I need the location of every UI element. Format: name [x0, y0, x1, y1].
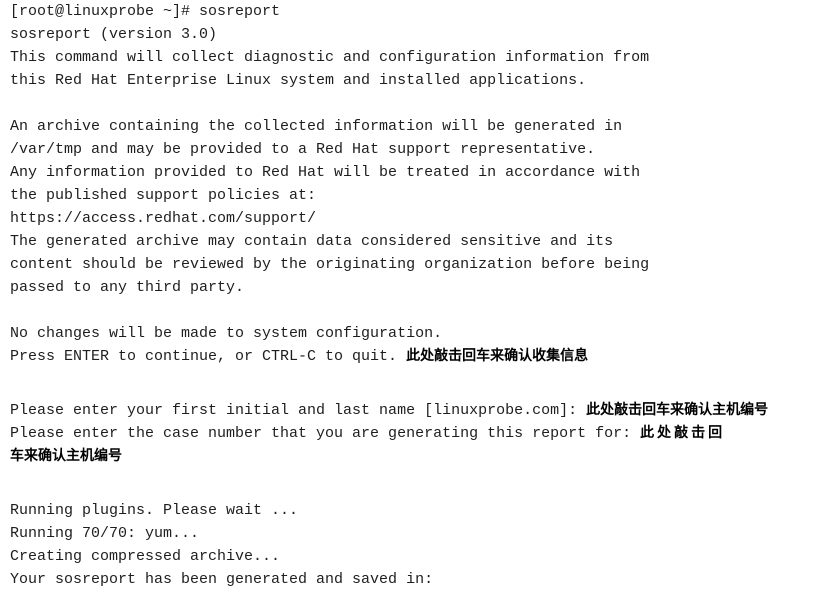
- name-prompt-line: Please enter your first initial and last…: [10, 399, 810, 422]
- annotation-note: 此处敲击回车来确认收集信息: [406, 348, 589, 364]
- terminal-line: [root@linuxprobe ~]# sosreport: [10, 3, 281, 20]
- terminal-text: Press ENTER to continue, or CTRL-C to qu…: [10, 348, 407, 365]
- terminal-line: /var/tmp and may be provided to a Red Ha…: [10, 141, 596, 158]
- terminal-line: Any information provided to Red Hat will…: [10, 164, 641, 181]
- terminal-line: The generated archive may contain data c…: [10, 233, 614, 250]
- terminal-line: the published support policies at:: [10, 187, 317, 204]
- case-prompt-line: Please enter the case number that you ar…: [10, 422, 810, 445]
- annotation-note: 车来确认主机编号: [10, 448, 122, 464]
- terminal-text: Please enter your first initial and last…: [10, 402, 587, 419]
- terminal-line: Running plugins. Please wait ...: [10, 502, 299, 519]
- terminal-line: Creating compressed archive...: [10, 548, 281, 565]
- terminal-line: this Red Hat Enterprise Linux system and…: [10, 72, 587, 89]
- terminal-line: content should be reviewed by the origin…: [10, 256, 650, 273]
- terminal-line: This command will collect diagnostic and…: [10, 49, 650, 66]
- terminal-output: [root@linuxprobe ~]# sosreport sosreport…: [10, 0, 810, 591]
- terminal-line: sosreport (version 3.0): [10, 26, 218, 43]
- case-prompt-wrap-line: 车来确认主机编号: [10, 445, 810, 468]
- terminal-line: https://access.redhat.com/support/: [10, 210, 317, 227]
- terminal-line: passed to any third party.: [10, 279, 245, 296]
- annotation-note: 此处敲击回车来确认主机编号: [586, 402, 769, 418]
- terminal-text: Please enter the case number that you ar…: [10, 425, 641, 442]
- annotation-note: 此处敲击回: [640, 425, 726, 441]
- press-enter-line: Press ENTER to continue, or CTRL-C to qu…: [10, 345, 810, 368]
- terminal-line: Your sosreport has been generated and sa…: [10, 571, 434, 588]
- terminal-line: Running 70/70: yum...: [10, 525, 200, 542]
- terminal-line: No changes will be made to system config…: [10, 325, 443, 342]
- terminal-line: An archive containing the collected info…: [10, 118, 623, 135]
